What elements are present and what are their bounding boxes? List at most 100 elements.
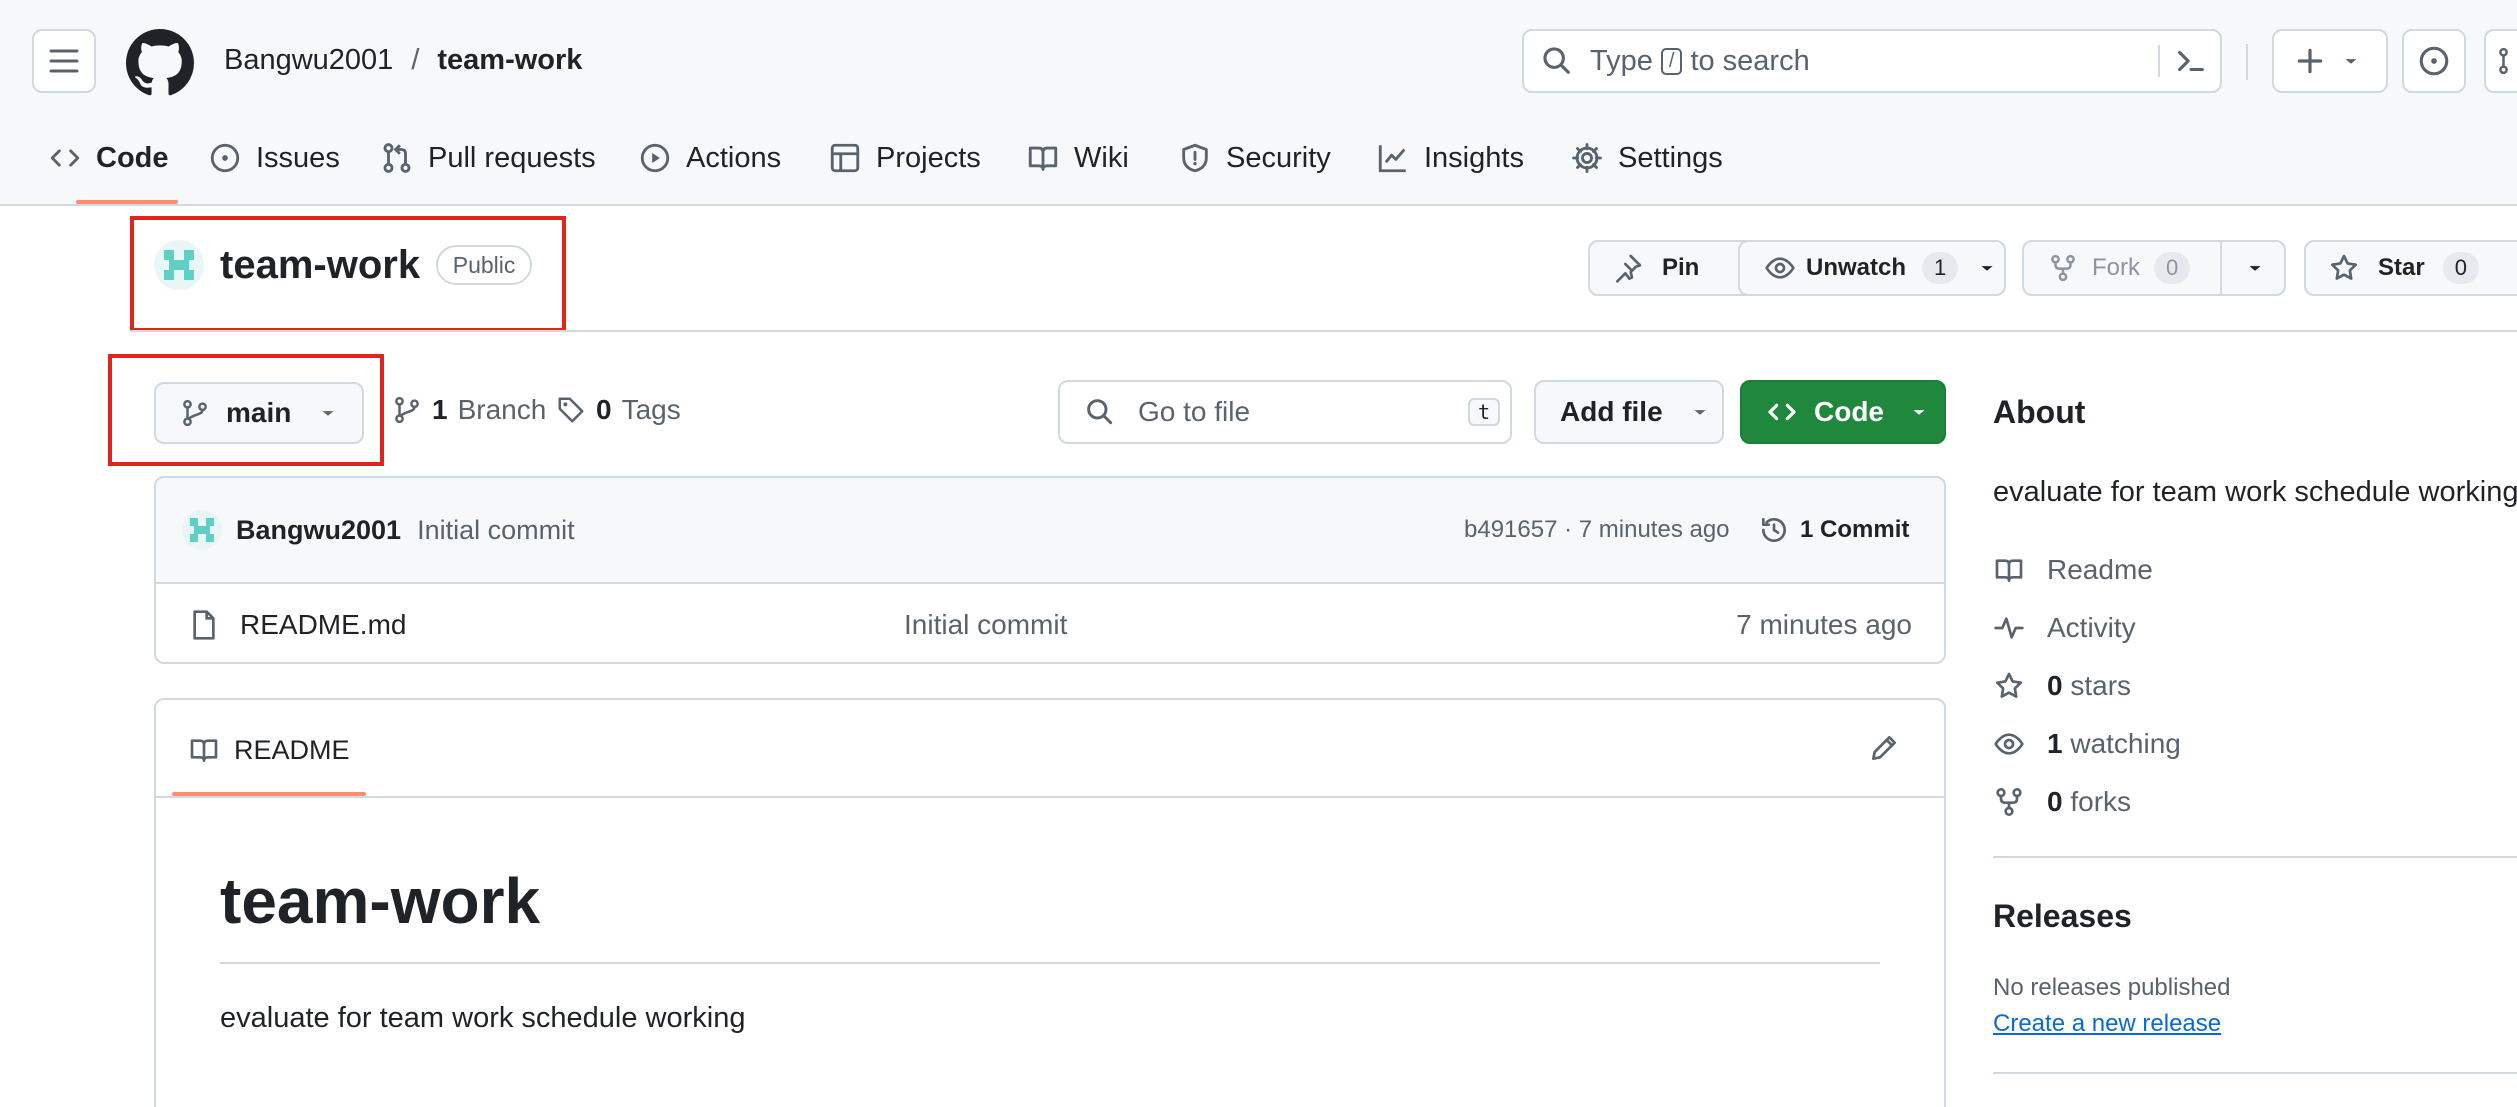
file-commit-message[interactable]: Initial commit — [904, 609, 1067, 641]
tab-pull-requests[interactable]: Pull requests — [380, 136, 596, 180]
tag-count-label: Tags — [621, 394, 681, 425]
tab-security[interactable]: Security — [1178, 136, 1331, 180]
breadcrumb-owner[interactable]: Bangwu2001 — [224, 44, 393, 77]
create-release-link[interactable]: Create a new release — [1993, 1010, 2221, 1038]
github-logo-icon[interactable] — [126, 29, 194, 97]
search-icon — [1087, 399, 1113, 425]
about-watching-text: 1 watching — [2047, 728, 2181, 760]
about-description: evaluate for team work schedule working — [1993, 476, 2517, 508]
tab-wiki[interactable]: Wiki — [1026, 136, 1129, 180]
breadcrumb-repo[interactable]: team-work — [437, 44, 582, 77]
code-icon — [1768, 403, 1796, 421]
about-readme-link[interactable]: Readme — [1993, 550, 2153, 590]
about-readme-label: Readme — [2047, 554, 2153, 585]
pulse-icon — [1994, 617, 2024, 639]
plus-icon — [2297, 48, 2323, 74]
star-label: Star — [2378, 254, 2425, 281]
tab-code[interactable]: Code — [48, 136, 169, 180]
pull-request-icon — [2499, 47, 2508, 75]
about-forks-link[interactable]: 0 forks — [1993, 782, 2131, 822]
tab-actions-label: Actions — [686, 141, 782, 174]
readme-tab[interactable]: README — [188, 734, 350, 766]
about-stars-link[interactable]: 0 stars — [1993, 666, 2131, 706]
pull-requests-button[interactable] — [2484, 29, 2517, 93]
tab-issues-label: Issues — [256, 141, 340, 174]
about-watching-link[interactable]: 1 watching — [1993, 724, 2181, 764]
hamburger-icon — [49, 49, 79, 73]
unwatch-button[interactable]: Unwatch 1 — [1738, 240, 2006, 296]
repo-header-divider — [130, 330, 2517, 332]
tags-link[interactable]: 0 Tags — [556, 394, 681, 426]
readme-tab-underline — [172, 792, 366, 796]
star-button[interactable]: Star 0 — [2304, 240, 2517, 296]
about-watching-count: 1 — [2047, 728, 2063, 759]
tab-issues[interactable]: Issues — [208, 136, 340, 180]
readme-header: README — [156, 700, 1944, 798]
go-to-file-input[interactable]: Go to file t — [1058, 380, 1512, 444]
chevron-down-icon[interactable] — [2244, 257, 2266, 279]
about-activity-link[interactable]: Activity — [1993, 608, 2136, 648]
tab-settings-label: Settings — [1618, 141, 1723, 174]
search-placeholder-pre: Type — [1590, 44, 1653, 77]
table-icon — [830, 143, 860, 173]
fork-icon — [2051, 254, 2075, 282]
history-icon — [1762, 518, 1786, 542]
latest-commit-row: Bangwu2001 Initial commit b491657 · 7 mi… — [156, 478, 1944, 584]
star-icon — [1995, 672, 2023, 698]
fork-button[interactable]: Fork 0 — [2022, 240, 2286, 296]
edit-pencil-icon[interactable] — [1868, 732, 1900, 764]
file-name[interactable]: README.md — [240, 609, 406, 641]
tab-actions[interactable]: Actions — [638, 136, 781, 180]
branch-count: 1 — [432, 394, 448, 425]
watch-count: 1 — [1922, 252, 1959, 284]
readme-title-rule — [220, 962, 1880, 964]
commit-message[interactable]: Initial commit — [417, 515, 575, 546]
search-key-hint: / — [1660, 47, 1683, 75]
tab-pull-requests-label: Pull requests — [428, 141, 596, 174]
issues-button[interactable] — [2402, 29, 2466, 93]
star-count: 0 — [2442, 252, 2479, 284]
commit-meta[interactable]: b491657 · 7 minutes ago — [1464, 516, 1730, 544]
code-icon — [50, 149, 80, 167]
tab-projects[interactable]: Projects — [828, 136, 981, 180]
tab-insights[interactable]: Insights — [1376, 136, 1524, 180]
gear-icon — [1572, 143, 1602, 173]
create-new-button[interactable] — [2272, 29, 2388, 93]
author-avatar[interactable] — [182, 510, 222, 550]
file-row[interactable]: README.md Initial commit 7 minutes ago — [156, 584, 1944, 662]
about-watching-label: watching — [2070, 728, 2181, 759]
search-icon — [1543, 47, 1570, 74]
file-table: Bangwu2001 Initial commit b491657 · 7 mi… — [154, 476, 1946, 664]
add-file-button[interactable]: Add file — [1534, 380, 1724, 444]
chevron-down-icon — [1694, 410, 1706, 415]
tab-settings[interactable]: Settings — [1570, 136, 1723, 180]
command-palette-icon[interactable] — [2174, 44, 2208, 78]
readme-panel: README team-work evaluate for team work … — [154, 698, 1946, 1107]
app-header: Bangwu2001 / team-work Type / to search — [0, 0, 2517, 206]
search-input[interactable]: Type / to search — [1522, 29, 2222, 93]
tag-icon — [558, 397, 584, 423]
about-forks-text: 0 forks — [2047, 786, 2131, 818]
readme-tab-label: README — [234, 734, 350, 765]
commit-author[interactable]: Bangwu2001 — [236, 515, 401, 546]
tab-projects-label: Projects — [876, 141, 981, 174]
branch-icon — [395, 396, 419, 424]
annotation-box-branch — [108, 354, 384, 466]
menu-button[interactable] — [32, 29, 96, 93]
about-stars-count: 0 — [2047, 670, 2063, 701]
tab-security-label: Security — [1226, 141, 1331, 174]
fork-count: 0 — [2154, 252, 2191, 284]
book-icon — [1995, 559, 2023, 582]
add-file-label: Add file — [1560, 396, 1663, 427]
releases-heading[interactable]: Releases — [1993, 898, 2132, 935]
branches-link[interactable]: 1 Branch — [392, 394, 546, 426]
breadcrumb-separator: / — [411, 44, 420, 76]
eye-icon — [1765, 257, 1795, 279]
commit-history-link[interactable]: 1 Commit — [1758, 514, 1909, 546]
code-button[interactable]: Code — [1740, 380, 1946, 444]
eye-icon — [1994, 733, 2024, 755]
book-icon — [190, 739, 218, 762]
branch-count-label: Branch — [457, 394, 547, 425]
shield-icon — [1182, 143, 1208, 173]
unwatch-label: Unwatch — [1806, 254, 1907, 281]
